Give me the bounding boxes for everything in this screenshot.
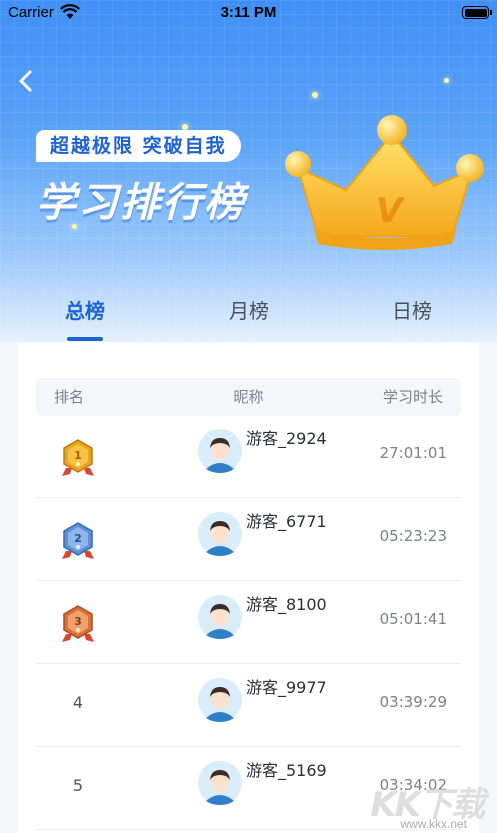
nickname: 游客_6771 [246, 512, 327, 531]
hero-banner: Carrier 3:11 PM 超越极限 突破自我 学习排行榜 V [0, 0, 497, 342]
bronze-medal-icon: 3 [62, 605, 94, 642]
back-arrow-icon[interactable] [14, 66, 40, 96]
table-row[interactable]: 3 游客_8100 05:01:41 [36, 582, 461, 664]
crown-icon: V [285, 115, 484, 250]
table-header: 排名 昵称 学习时长 [36, 378, 461, 416]
avatar [198, 512, 242, 556]
rank-cell: 3 [36, 582, 116, 664]
medal-number: 1 [74, 449, 82, 462]
medal-number: 3 [74, 615, 82, 628]
tab-overall[interactable]: 总榜 [25, 292, 145, 330]
leaderboard-panel: 排名 昵称 学习时长 1 游客_2924 27:01:01 2 游客_6771 … [18, 342, 479, 833]
tab-daily[interactable]: 日榜 [352, 292, 472, 330]
sparkle [312, 92, 318, 98]
avatar [198, 678, 242, 722]
rank-cell: 2 [36, 499, 116, 581]
table-row[interactable]: 2 游客_6771 05:23:23 [36, 499, 461, 581]
status-bar: Carrier 3:11 PM [0, 0, 497, 26]
clock: 3:11 PM [220, 4, 277, 21]
rank-cell: 1 [36, 416, 116, 498]
watermark-logo: KK下载 www.kkx.net [361, 777, 491, 831]
nickname: 游客_8100 [246, 595, 327, 614]
rank-number: 4 [72, 693, 84, 712]
tab-monthly[interactable]: 月榜 [189, 292, 309, 330]
study-time: 05:23:23 [379, 527, 447, 545]
page-title: 学习排行榜 [36, 180, 246, 226]
silver-medal-icon: 2 [62, 522, 94, 559]
nickname: 游客_9977 [246, 678, 327, 697]
avatar [198, 429, 242, 473]
rank-cell: 5 [36, 748, 116, 830]
nickname: 游客_2924 [246, 429, 327, 448]
study-time: 27:01:01 [379, 444, 447, 462]
sparkle [444, 78, 449, 83]
table-row[interactable]: 1 游客_2924 27:01:01 [36, 416, 461, 498]
crown-letter: V [376, 191, 405, 231]
study-time: 05:01:41 [379, 610, 447, 628]
slogan-badge: 超越极限 突破自我 [36, 130, 241, 162]
rank-cell: 4 [36, 665, 116, 747]
table-row[interactable]: 4 游客_9977 03:39:29 [36, 665, 461, 747]
avatar [198, 595, 242, 639]
header-study-time: 学习时长 [382, 388, 443, 406]
study-time: 03:39:29 [379, 693, 447, 711]
rank-number: 5 [72, 776, 84, 795]
tab-active-indicator [67, 337, 103, 341]
avatar [198, 761, 242, 805]
watermark-url: www.kkx.net [400, 817, 467, 831]
nickname: 游客_5169 [246, 761, 327, 780]
gold-medal-icon: 1 [62, 439, 94, 476]
tab-bar: 总榜 月榜 日榜 [0, 292, 497, 342]
battery-icon [462, 6, 492, 19]
medal-number: 2 [74, 532, 82, 545]
